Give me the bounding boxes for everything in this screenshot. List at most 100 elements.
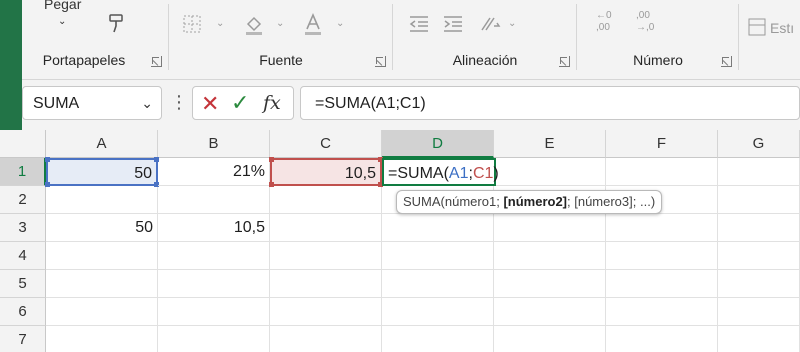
empty-cell[interactable] bbox=[158, 298, 270, 326]
decrease-indent-icon[interactable] bbox=[408, 14, 430, 34]
empty-cell[interactable] bbox=[718, 298, 800, 326]
column-header-f[interactable]: F bbox=[606, 130, 718, 158]
select-all-corner[interactable] bbox=[0, 130, 46, 158]
ref-c1-handle[interactable] bbox=[269, 157, 274, 162]
paste-button[interactable]: Pegar bbox=[44, 0, 81, 12]
cell-a3[interactable]: 50 bbox=[46, 214, 158, 242]
column-header-b[interactable]: B bbox=[158, 130, 270, 158]
empty-cell[interactable] bbox=[718, 158, 800, 186]
column-header-c[interactable]: C bbox=[270, 130, 382, 158]
increase-decimal-button[interactable]: ←0 ,00 bbox=[596, 10, 612, 34]
clipboard-launcher-icon[interactable] bbox=[151, 56, 162, 67]
empty-cell[interactable] bbox=[382, 242, 494, 270]
paste-dropdown-chevron-icon[interactable]: ⌄ bbox=[58, 16, 66, 27]
column-header-a[interactable]: A bbox=[46, 130, 158, 158]
ref-c1-handle[interactable] bbox=[269, 182, 274, 187]
empty-cell[interactable] bbox=[718, 214, 800, 242]
fill-color-icon[interactable] bbox=[242, 12, 266, 36]
empty-cell[interactable] bbox=[606, 242, 718, 270]
empty-cell[interactable] bbox=[494, 270, 606, 298]
empty-cell[interactable] bbox=[606, 158, 718, 186]
cancel-icon[interactable]: ✕ bbox=[201, 91, 219, 117]
font-launcher-icon[interactable] bbox=[375, 56, 386, 67]
empty-cell[interactable] bbox=[270, 298, 382, 326]
empty-cell[interactable] bbox=[158, 242, 270, 270]
cell-a1-value: 50 bbox=[134, 165, 152, 182]
cell-c1-value: 10,5 bbox=[344, 165, 376, 182]
cell-a1[interactable]: 50 bbox=[45, 157, 159, 187]
row-header-1[interactable]: 1 bbox=[0, 158, 46, 186]
row-header-3[interactable]: 3 bbox=[0, 214, 46, 242]
cell-b3[interactable]: 10,5 bbox=[158, 214, 270, 242]
empty-cell[interactable] bbox=[718, 270, 800, 298]
empty-cell[interactable] bbox=[382, 298, 494, 326]
empty-cell[interactable] bbox=[270, 242, 382, 270]
empty-cell[interactable] bbox=[270, 270, 382, 298]
fill-color-chevron-icon[interactable]: ⌄ bbox=[276, 18, 284, 29]
empty-cell[interactable] bbox=[270, 326, 382, 352]
ref-a1-handle[interactable] bbox=[45, 182, 50, 187]
empty-cell[interactable] bbox=[46, 242, 158, 270]
formula-input[interactable]: =SUMA(A1;C1) bbox=[300, 86, 800, 120]
tooltip-arg1[interactable]: número1; bbox=[445, 194, 504, 209]
edit-formula-suffix: ) bbox=[493, 165, 499, 182]
row-header-2[interactable]: 2 bbox=[0, 186, 46, 214]
formula-bar-grip-icon[interactable]: ⋮ bbox=[170, 92, 188, 113]
empty-cell[interactable] bbox=[158, 326, 270, 352]
font-color-chevron-icon[interactable]: ⌄ bbox=[336, 18, 344, 29]
row-header-5[interactable]: 5 bbox=[0, 270, 46, 298]
empty-cell[interactable] bbox=[606, 298, 718, 326]
ref-a1-handle[interactable] bbox=[45, 157, 50, 162]
row-header-7[interactable]: 7 bbox=[0, 326, 46, 352]
empty-cell[interactable] bbox=[718, 242, 800, 270]
orientation-icon[interactable] bbox=[478, 12, 502, 34]
ribbon-divider bbox=[576, 4, 577, 70]
empty-cell[interactable] bbox=[494, 214, 606, 242]
alignment-launcher-icon[interactable] bbox=[559, 56, 570, 67]
empty-cell[interactable] bbox=[270, 214, 382, 242]
increase-indent-icon[interactable] bbox=[442, 14, 464, 34]
name-box-chevron-icon[interactable]: ⌄ bbox=[141, 95, 153, 112]
empty-cell[interactable] bbox=[46, 298, 158, 326]
column-header-e[interactable]: E bbox=[494, 130, 606, 158]
empty-cell[interactable] bbox=[718, 326, 800, 352]
enter-check-icon[interactable]: ✓ bbox=[231, 90, 249, 116]
cell-d1-editing[interactable]: =SUMA(A1;C1) bbox=[382, 158, 499, 186]
empty-cell[interactable] bbox=[606, 270, 718, 298]
borders-icon[interactable] bbox=[182, 14, 202, 34]
number-launcher-icon[interactable] bbox=[721, 56, 732, 67]
empty-cell[interactable] bbox=[382, 214, 494, 242]
name-box[interactable]: SUMA ⌄ bbox=[22, 86, 162, 120]
empty-cell[interactable] bbox=[606, 214, 718, 242]
cell-b1[interactable]: 21% bbox=[158, 158, 270, 186]
empty-cell[interactable] bbox=[158, 186, 270, 214]
empty-cell[interactable] bbox=[46, 270, 158, 298]
empty-cell[interactable] bbox=[718, 186, 800, 214]
row-header-4[interactable]: 4 bbox=[0, 242, 46, 270]
empty-cell[interactable] bbox=[494, 326, 606, 352]
column-header-g[interactable]: G bbox=[718, 130, 800, 158]
insert-function-button[interactable]: fx bbox=[263, 92, 281, 114]
empty-cell[interactable] bbox=[606, 326, 718, 352]
empty-cell[interactable] bbox=[494, 158, 606, 186]
empty-cell[interactable] bbox=[382, 326, 494, 352]
cell-styles-icon[interactable] bbox=[748, 18, 766, 36]
empty-cell[interactable] bbox=[494, 242, 606, 270]
empty-cell[interactable] bbox=[270, 186, 382, 214]
empty-cell[interactable] bbox=[158, 270, 270, 298]
orientation-chevron-icon[interactable]: ⌄ bbox=[508, 18, 516, 29]
decrease-decimal-button[interactable]: ,00 →,0 bbox=[636, 10, 654, 34]
font-color-icon[interactable] bbox=[302, 12, 324, 36]
tooltip-arg2-current[interactable]: [número2] bbox=[503, 194, 567, 209]
empty-cell[interactable] bbox=[46, 326, 158, 352]
borders-dropdown-chevron-icon[interactable]: ⌄ bbox=[216, 18, 224, 29]
function-tooltip: SUMA(número1; [número2]; [número3]; ...) bbox=[396, 190, 663, 214]
empty-cell[interactable] bbox=[46, 186, 158, 214]
empty-cell[interactable] bbox=[382, 270, 494, 298]
row-header-6[interactable]: 6 bbox=[0, 298, 46, 326]
empty-cell[interactable] bbox=[494, 298, 606, 326]
format-painter-icon[interactable] bbox=[106, 12, 128, 34]
styles-partial-label[interactable]: Estı bbox=[770, 20, 794, 36]
cell-c1[interactable]: 10,5 bbox=[269, 157, 383, 187]
column-header-d[interactable]: D bbox=[382, 130, 494, 158]
